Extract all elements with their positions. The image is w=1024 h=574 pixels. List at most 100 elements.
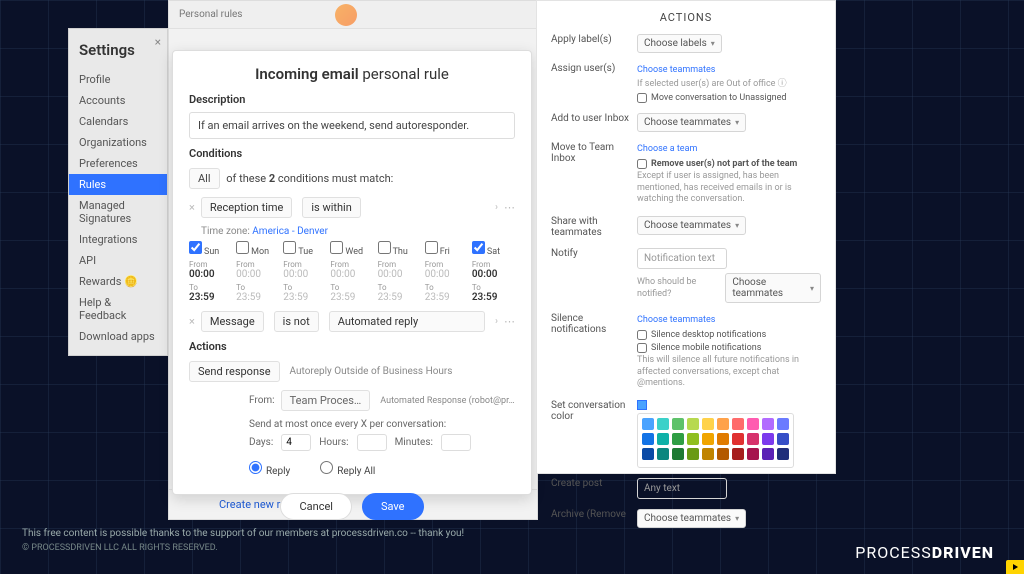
- silence-mobile-checkbox[interactable]: Silence mobile notifications: [637, 343, 821, 353]
- youtube-badge-icon[interactable]: [1006, 560, 1024, 574]
- timezone-select[interactable]: America - Denver: [252, 226, 328, 237]
- day-to[interactable]: 23:59: [472, 292, 515, 303]
- day-from[interactable]: 00:00: [236, 269, 279, 280]
- color-swatch[interactable]: [762, 418, 774, 430]
- day-checkbox-mon[interactable]: Mon: [236, 247, 269, 257]
- move-unassigned-checkbox[interactable]: Move conversation to Unassigned: [637, 93, 821, 103]
- day-to[interactable]: 23:59: [283, 292, 326, 303]
- close-icon[interactable]: ×: [155, 35, 161, 49]
- from-team-select[interactable]: Team Proces…: [281, 390, 371, 411]
- day-to[interactable]: 23:59: [330, 292, 373, 303]
- reply-radio[interactable]: Reply: [249, 461, 290, 477]
- color-swatch[interactable]: [642, 448, 654, 460]
- color-swatch[interactable]: [702, 418, 714, 430]
- description-input[interactable]: [189, 112, 515, 139]
- day-checkbox-sun[interactable]: Sun: [189, 247, 219, 257]
- color-swatch[interactable]: [642, 418, 654, 430]
- freq-days-input[interactable]: [281, 434, 311, 451]
- color-swatch[interactable]: [732, 448, 744, 460]
- day-from[interactable]: 00:00: [425, 269, 468, 280]
- cancel-button[interactable]: Cancel: [280, 493, 351, 520]
- sidebar-item-managed-signatures[interactable]: Managed Signatures: [69, 195, 167, 229]
- color-swatch[interactable]: [687, 433, 699, 445]
- day-from[interactable]: 00:00: [283, 269, 326, 280]
- condition-field-select[interactable]: Message: [201, 311, 264, 332]
- condition-operator-select[interactable]: is within: [302, 197, 360, 218]
- notify-who-select[interactable]: Choose teammates: [725, 273, 821, 303]
- action-type-select[interactable]: Send response: [189, 361, 280, 382]
- assign-users-hint[interactable]: Choose teammates: [637, 65, 821, 77]
- color-swatch[interactable]: [657, 448, 669, 460]
- day-checkbox-thu[interactable]: Thu: [378, 247, 408, 257]
- sidebar-item-calendars[interactable]: Calendars: [69, 111, 167, 132]
- color-swatch[interactable]: [777, 433, 789, 445]
- day-to[interactable]: 23:59: [189, 292, 232, 303]
- condition-field-select[interactable]: Reception time: [201, 197, 292, 218]
- day-checkbox-fri[interactable]: Fri: [425, 247, 450, 257]
- day-from[interactable]: 00:00: [189, 269, 232, 280]
- day-checkbox-wed[interactable]: Wed: [330, 247, 363, 257]
- avatar[interactable]: [335, 4, 357, 26]
- action-template[interactable]: Autoreply Outside of Business Hours: [290, 366, 453, 377]
- sidebar-item-api[interactable]: API: [69, 250, 167, 271]
- sidebar-item-organizations[interactable]: Organizations: [69, 132, 167, 153]
- create-post-input[interactable]: Any text: [637, 478, 727, 499]
- condition-operator-select[interactable]: is not: [274, 311, 319, 332]
- color-swatch[interactable]: [732, 418, 744, 430]
- color-swatch[interactable]: [702, 448, 714, 460]
- color-picker[interactable]: [637, 413, 794, 468]
- color-swatch[interactable]: [762, 433, 774, 445]
- match-mode-select[interactable]: All: [189, 168, 220, 189]
- sidebar-item-preferences[interactable]: Preferences: [69, 153, 167, 174]
- color-swatch[interactable]: [672, 448, 684, 460]
- move-team-hint[interactable]: Choose a team: [637, 144, 821, 156]
- day-to[interactable]: 23:59: [236, 292, 279, 303]
- save-button[interactable]: Save: [362, 493, 424, 520]
- color-swatch[interactable]: [687, 448, 699, 460]
- color-swatch[interactable]: [732, 433, 744, 445]
- day-from[interactable]: 00:00: [330, 269, 373, 280]
- day-checkbox-sat[interactable]: Sat: [472, 247, 500, 257]
- sidebar-item-download-apps[interactable]: Download apps: [69, 326, 167, 347]
- silence-hint[interactable]: Choose teammates: [637, 315, 821, 327]
- day-to[interactable]: 23:59: [378, 292, 421, 303]
- day-checkbox-tue[interactable]: Tue: [283, 247, 313, 257]
- day-to[interactable]: 23:59: [425, 292, 468, 303]
- color-swatch[interactable]: [747, 433, 759, 445]
- color-swatch[interactable]: [657, 418, 669, 430]
- color-swatch[interactable]: [747, 448, 759, 460]
- color-swatch[interactable]: [777, 418, 789, 430]
- color-swatch[interactable]: [657, 433, 669, 445]
- color-swatch[interactable]: [687, 418, 699, 430]
- color-swatch[interactable]: [672, 418, 684, 430]
- apply-labels-select[interactable]: Choose labels: [637, 34, 722, 53]
- silence-desktop-checkbox[interactable]: Silence desktop notifications: [637, 330, 821, 340]
- day-from[interactable]: 00:00: [472, 269, 515, 280]
- color-swatch[interactable]: [717, 448, 729, 460]
- color-swatch[interactable]: [672, 433, 684, 445]
- condition-value-select[interactable]: Automated reply: [329, 311, 485, 332]
- sidebar-item-rules[interactable]: Rules: [69, 174, 167, 195]
- remove-nonteam-checkbox[interactable]: Remove user(s) not part of the team: [637, 159, 821, 169]
- day-from[interactable]: 00:00: [378, 269, 421, 280]
- color-swatch[interactable]: [762, 448, 774, 460]
- share-select[interactable]: Choose teammates: [637, 216, 746, 235]
- color-swatch[interactable]: [702, 433, 714, 445]
- sidebar-item-profile[interactable]: Profile: [69, 69, 167, 90]
- add-inbox-select[interactable]: Choose teammates: [637, 113, 746, 132]
- freq-hours-input[interactable]: [357, 434, 387, 451]
- chevron-right-icon[interactable]: ›: [495, 316, 498, 327]
- sidebar-item-rewards-[interactable]: Rewards 🪙: [69, 271, 167, 292]
- color-swatch[interactable]: [717, 418, 729, 430]
- sidebar-item-help-feedback[interactable]: Help & Feedback: [69, 292, 167, 326]
- color-swatch[interactable]: [642, 433, 654, 445]
- freq-minutes-input[interactable]: [441, 434, 471, 451]
- reply-all-radio[interactable]: Reply All: [320, 461, 375, 477]
- color-swatch[interactable]: [777, 448, 789, 460]
- color-swatch[interactable]: [747, 418, 759, 430]
- sidebar-item-accounts[interactable]: Accounts: [69, 90, 167, 111]
- sidebar-item-integrations[interactable]: Integrations: [69, 229, 167, 250]
- color-swatch[interactable]: [717, 433, 729, 445]
- notify-text-input[interactable]: Notification text: [637, 248, 727, 269]
- chevron-right-icon[interactable]: ›: [495, 202, 498, 213]
